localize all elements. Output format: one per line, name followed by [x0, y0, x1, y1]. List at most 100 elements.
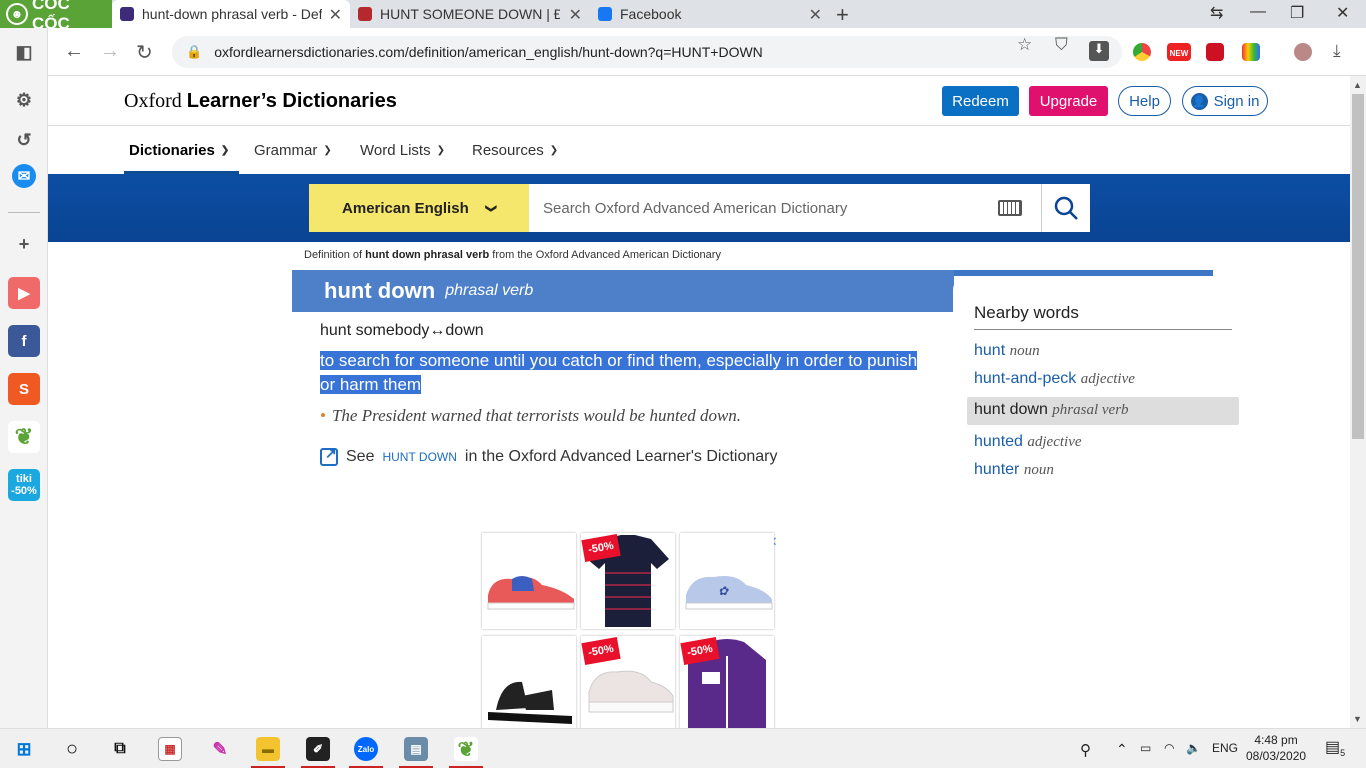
coccoc-menu-button[interactable]: ☻ CỐC CỐC: [0, 0, 112, 33]
task-view-icon[interactable]: ⧉: [108, 737, 132, 761]
nearby-word[interactable]: hunt noun: [974, 342, 1040, 360]
extension-rainbow-icon[interactable]: [1133, 43, 1151, 61]
close-window-button[interactable]: ✕: [1336, 3, 1349, 23]
coccoc-taskbar-icon[interactable]: ❦: [454, 737, 478, 761]
see-also-link[interactable]: See hunt down in the Oxford Advanced Lea…: [320, 445, 777, 466]
shopee-icon[interactable]: S: [8, 373, 40, 405]
nav-grammar[interactable]: Grammar ❯: [254, 142, 332, 159]
shield-icon[interactable]: ⛉: [1055, 35, 1068, 55]
maximize-button[interactable]: ❐: [1290, 3, 1304, 23]
nearby-word-pos: adjective: [1080, 371, 1135, 387]
back-button[interactable]: ←: [64, 40, 84, 63]
svg-text:✿: ✿: [718, 584, 729, 598]
ad-product-blue-sneaker[interactable]: ✿: [680, 533, 774, 629]
ad-product-polo-shirt[interactable]: -50%: [581, 533, 675, 629]
nav-label: Dictionaries: [129, 142, 215, 159]
sign-in-button[interactable]: 👤 Sign in: [1182, 86, 1268, 116]
nearby-word[interactable]: hunt-and-peck adjective: [974, 370, 1135, 388]
nearby-word[interactable]: hunter noun: [974, 461, 1054, 479]
chevron-down-icon: ❯: [549, 145, 559, 156]
scroll-up-icon[interactable]: ▲: [1353, 80, 1362, 90]
keyboard-icon[interactable]: [998, 200, 1022, 216]
definition-text: to search for someone until you catch or…: [320, 349, 926, 397]
tab-title: hunt-down phrasal verb - Def: [142, 6, 322, 22]
tray-chevron-up-icon[interactable]: ⌃: [1116, 741, 1128, 758]
downloads-icon[interactable]: ⤓: [1333, 41, 1341, 61]
extension-new-icon[interactable]: NEW: [1167, 43, 1191, 61]
language-indicator[interactable]: ENG: [1212, 741, 1238, 755]
upgrade-button[interactable]: Upgrade: [1029, 86, 1108, 116]
scroll-down-icon[interactable]: ▼: [1353, 714, 1362, 724]
example-sentence: • The President warned that terrorists wo…: [320, 406, 741, 426]
wifi-icon[interactable]: ◠: [1164, 741, 1174, 755]
file-explorer-icon[interactable]: ▬: [256, 737, 280, 761]
nav-resources[interactable]: Resources ❯: [472, 142, 558, 159]
minimize-button[interactable]: —: [1250, 3, 1266, 21]
battery-icon[interactable]: ▭: [1140, 741, 1151, 755]
messenger-icon[interactable]: ✉: [12, 164, 36, 188]
extension-color-icon[interactable]: [1242, 43, 1260, 61]
address-bar[interactable]: 🔒 oxfordlearnersdictionaries.com/definit…: [172, 36, 1122, 68]
search-circle-icon[interactable]: ○: [60, 737, 84, 761]
profile-avatar[interactable]: [1294, 43, 1312, 61]
coccoc-leaf-icon[interactable]: ❦: [8, 421, 40, 453]
paint-app-icon[interactable]: ✎: [208, 737, 232, 761]
app-grid-icon[interactable]: ▦: [158, 737, 182, 761]
bookmark-star-icon[interactable]: ☆: [1017, 35, 1032, 55]
history-icon[interactable]: ↺: [8, 124, 40, 156]
clock[interactable]: 4:48 pm 08/03/2020: [1246, 732, 1306, 764]
notifications-icon[interactable]: ▤5: [1325, 737, 1345, 758]
nearby-word-current[interactable]: hunt down phrasal verb: [974, 401, 1129, 419]
tab-facebook[interactable]: Facebook ✕: [590, 0, 830, 28]
ad-product-red-sneaker[interactable]: [482, 533, 576, 629]
windows-start-icon[interactable]: ⊞: [12, 737, 36, 761]
dictionary-select[interactable]: American English ❯: [309, 184, 529, 232]
nearby-word[interactable]: hunted adjective: [974, 433, 1082, 451]
sign-in-label: Sign in: [1213, 92, 1260, 110]
nearby-word-text: hunter: [974, 461, 1020, 478]
nav-dictionaries[interactable]: Dictionaries ❯: [129, 142, 229, 159]
chevron-down-icon: ❯: [484, 203, 497, 213]
oxford-favicon-icon: [120, 7, 134, 21]
see-term[interactable]: hunt down: [382, 450, 456, 464]
youtube-icon[interactable]: ▶: [8, 277, 40, 309]
clock-date: 08/03/2020: [1246, 749, 1307, 763]
search-button[interactable]: [1041, 184, 1090, 232]
close-tab-icon[interactable]: ✕: [569, 5, 582, 25]
nav-word-lists[interactable]: Word Lists ❯: [360, 142, 445, 159]
forward-button[interactable]: →: [100, 40, 120, 63]
tab-oxford[interactable]: hunt-down phrasal verb - Def ✕: [112, 0, 350, 28]
new-tab-button[interactable]: +: [836, 2, 849, 28]
reload-button[interactable]: ↻: [136, 40, 153, 65]
extension-red-icon[interactable]: [1206, 43, 1224, 61]
calculator-app-icon[interactable]: ▤: [404, 737, 428, 761]
help-button[interactable]: Help: [1118, 86, 1171, 116]
nearby-word-pos: adjective: [1027, 434, 1082, 450]
volume-icon[interactable]: 🔈: [1186, 741, 1201, 755]
ad-product-sandal[interactable]: [482, 636, 576, 728]
ad-product-white-sneaker[interactable]: -50%: [581, 636, 675, 728]
caption-suffix: from the Oxford Advanced American Dictio…: [492, 249, 721, 261]
search-input[interactable]: Search Oxford Advanced American Dictiona…: [529, 184, 1041, 232]
redeem-button[interactable]: Redeem: [942, 86, 1019, 116]
tab-cambridge[interactable]: HUNT SOMEONE DOWN | Đị ✕: [350, 0, 590, 28]
close-tab-icon[interactable]: ✕: [809, 5, 822, 25]
nearby-word-pos: noun: [1023, 462, 1054, 478]
page-scrollbar[interactable]: ▲ ▼: [1350, 76, 1366, 728]
download-page-icon[interactable]: ⬇: [1089, 41, 1109, 61]
zalo-icon[interactable]: Zalo: [354, 737, 378, 761]
tiki-icon[interactable]: tiki -50%: [8, 469, 40, 501]
people-icon[interactable]: ⚲: [1080, 741, 1091, 759]
editor-app-icon[interactable]: ✐: [306, 737, 330, 761]
site-logo[interactable]: Oxford Learner’s Dictionaries: [124, 90, 397, 113]
ad-product-purple-hoodie[interactable]: -50%: [680, 636, 774, 728]
scrollbar-thumb[interactable]: [1352, 94, 1364, 439]
settings-gear-icon[interactable]: ⚙: [8, 84, 40, 116]
sidebar-toggle-icon[interactable]: ◧: [8, 36, 40, 68]
close-tab-icon[interactable]: ✕: [329, 5, 342, 25]
add-app-icon[interactable]: +: [8, 228, 40, 260]
chevron-down-icon: ❯: [323, 145, 332, 156]
blue-sneaker-icon: ✿: [685, 576, 773, 610]
facebook-icon[interactable]: f: [8, 325, 40, 357]
restore-tabs-icon[interactable]: ⇆: [1210, 3, 1223, 23]
